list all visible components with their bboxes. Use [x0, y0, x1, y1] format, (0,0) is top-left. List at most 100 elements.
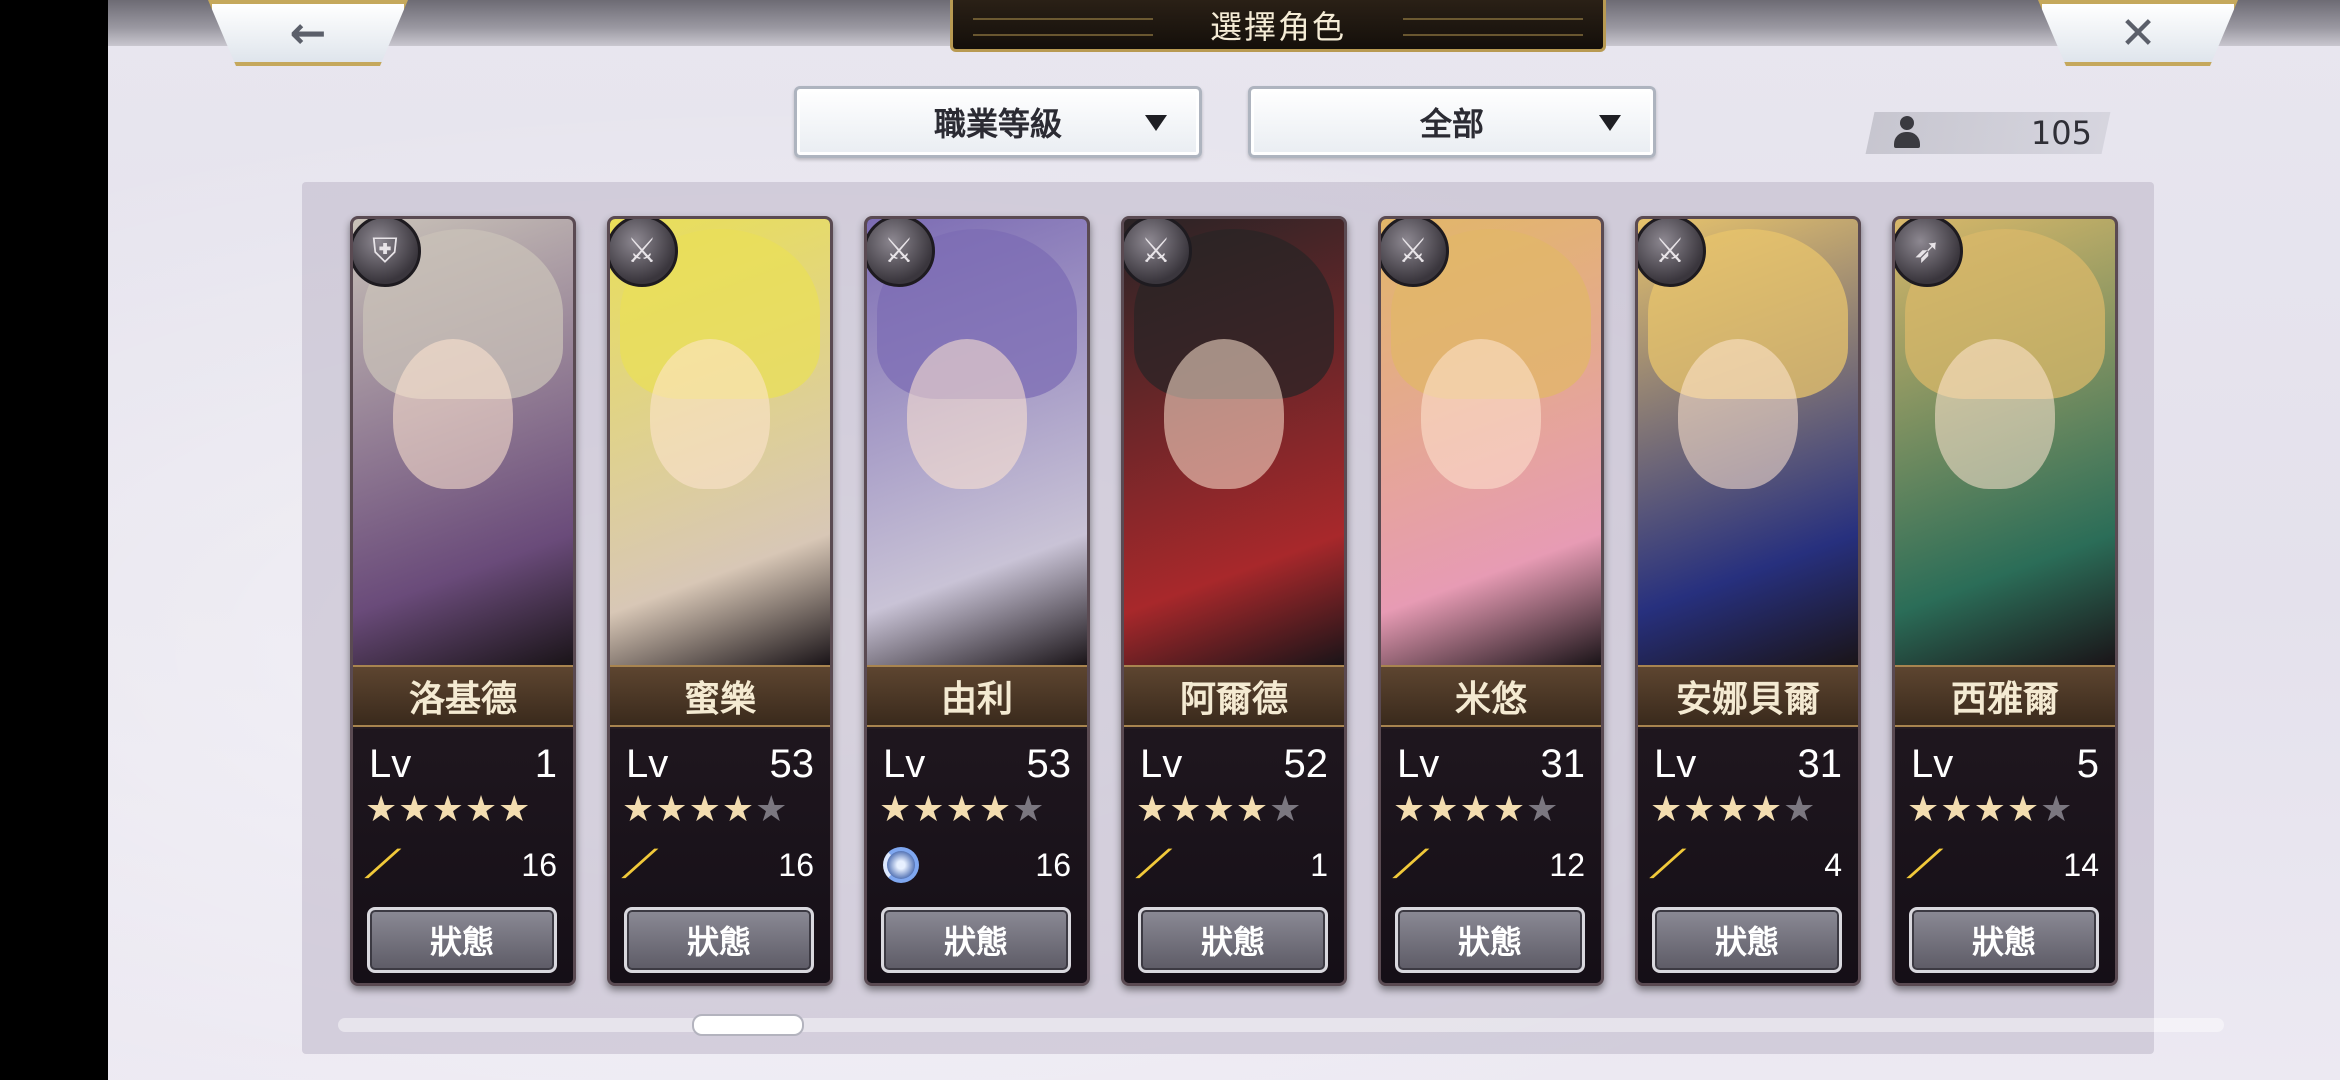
- portrait-face: [1164, 339, 1284, 489]
- wing-icon: ⟋: [363, 843, 402, 886]
- awaken-value: 12: [1549, 846, 1585, 883]
- star-empty-icon: ★: [1012, 789, 1046, 830]
- close-button[interactable]: ✕: [2038, 0, 2238, 66]
- back-button[interactable]: ←: [208, 0, 408, 66]
- horizontal-scrollbar[interactable]: [338, 1018, 2224, 1032]
- level-value: 31: [1797, 741, 1843, 786]
- level-label: Lv: [1654, 741, 1697, 786]
- character-name: 米悠: [1381, 665, 1601, 727]
- star-filled-icon: ★: [464, 789, 499, 830]
- star-filled-icon: ★: [431, 789, 465, 830]
- character-card[interactable]: ⚔ 蜜樂 Lv 53 ★★★★★ ⟋ 16 狀態: [607, 216, 833, 986]
- character-stats: Lv 52 ★★★★★ ⟋ 1 狀態: [1124, 729, 1344, 983]
- character-stats: Lv 5 ★★★★★ ⟋ 14 狀態: [1895, 729, 2115, 983]
- star-filled-icon: ★: [721, 789, 756, 830]
- character-name-text: 由利: [940, 678, 1013, 720]
- star-filled-icon: ★: [688, 789, 722, 830]
- awaken-value: 16: [521, 846, 557, 883]
- portrait-face: [1935, 339, 2055, 489]
- portrait-face: [1678, 339, 1798, 489]
- level-row: Lv 5: [1911, 739, 2099, 789]
- awaken-value: 1: [1310, 846, 1328, 883]
- level-row: Lv 52: [1140, 739, 1328, 789]
- awaken-value: 14: [2063, 846, 2099, 883]
- sword-icon: ⚔: [610, 219, 678, 287]
- character-card[interactable]: ⚔ 由利 Lv 53 ★★★★★ 16 狀態: [864, 216, 1090, 986]
- star-filled-icon: ★: [1202, 789, 1236, 830]
- star-filled-icon: ★: [622, 789, 656, 830]
- character-card[interactable]: ⛨ 洛基德 Lv 1 ★★★★★ ⟋ 16 狀態: [350, 216, 576, 986]
- star-filled-icon: ★: [1683, 789, 1717, 830]
- close-icon: ✕: [2119, 7, 2157, 59]
- character-card[interactable]: ⚔ 安娜貝爾 Lv 31 ★★★★★ ⟋ 4 狀態: [1635, 216, 1861, 986]
- awaken-value: 16: [1035, 846, 1071, 883]
- level-value: 53: [769, 741, 815, 786]
- roster-count-value: 105: [2030, 114, 2092, 152]
- star-filled-icon: ★: [1136, 789, 1170, 830]
- sword-icon: ⚔: [1638, 219, 1706, 287]
- star-filled-icon: ★: [1716, 789, 1750, 830]
- level-value: 52: [1283, 741, 1329, 786]
- level-row: Lv 1: [369, 739, 557, 789]
- star-filled-icon: ★: [1940, 789, 1974, 830]
- status-button[interactable]: 狀態: [1652, 907, 1842, 973]
- star-filled-icon: ★: [1973, 789, 2007, 830]
- star-filled-icon: ★: [1650, 789, 1684, 830]
- status-button[interactable]: 狀態: [367, 907, 557, 973]
- wing-icon: ⟋: [1134, 843, 1173, 886]
- character-name-text: 安娜貝爾: [1675, 678, 1820, 720]
- page-title-text: 選擇角色: [1209, 7, 1346, 46]
- chevron-down-icon: [1145, 115, 1167, 131]
- rarity-stars: ★★★★★: [1136, 789, 1302, 830]
- character-card[interactable]: ⚔ 米悠 Lv 31 ★★★★★ ⟋ 12 狀態: [1378, 216, 1604, 986]
- level-value: 31: [1540, 741, 1586, 786]
- star-empty-icon: ★: [755, 789, 789, 830]
- character-card[interactable]: ⚔ 阿爾德 Lv 52 ★★★★★ ⟋ 1 狀態: [1121, 216, 1347, 986]
- level-label: Lv: [369, 741, 412, 786]
- person-icon: [1892, 116, 1922, 150]
- character-name: 洛基德: [353, 665, 573, 727]
- filter-dropdown[interactable]: 全部: [1248, 86, 1656, 158]
- character-name: 由利: [867, 665, 1087, 727]
- katana-icon: ⚔: [867, 219, 935, 287]
- level-row: Lv 31: [1654, 739, 1842, 789]
- level-value: 53: [1026, 741, 1072, 786]
- status-button[interactable]: 狀態: [881, 907, 1071, 973]
- star-filled-icon: ★: [2006, 789, 2041, 830]
- character-name: 安娜貝爾: [1638, 665, 1858, 727]
- roster-count: 105: [1892, 110, 2092, 156]
- awaken-value: 4: [1824, 846, 1842, 883]
- level-label: Lv: [1140, 741, 1183, 786]
- star-filled-icon: ★: [1492, 789, 1527, 830]
- awaken-row: ⟋ 16: [364, 843, 557, 887]
- character-name-text: 阿爾德: [1179, 678, 1288, 720]
- portrait-face: [650, 339, 770, 489]
- awaken-row: 16: [883, 843, 1071, 887]
- wing-icon: ⟋: [1391, 843, 1430, 886]
- star-empty-icon: ★: [2040, 789, 2074, 830]
- star-filled-icon: ★: [912, 789, 946, 830]
- bow-icon: ➶: [1895, 219, 1963, 287]
- rarity-stars: ★★★★★: [622, 789, 788, 830]
- class-level-dropdown-value: 職業等級: [933, 105, 1062, 143]
- character-name-text: 西雅爾: [1950, 678, 2059, 720]
- status-button[interactable]: 狀態: [1395, 907, 1585, 973]
- orb-icon: [883, 847, 919, 883]
- status-button[interactable]: 狀態: [624, 907, 814, 973]
- scrollbar-thumb[interactable]: [692, 1014, 804, 1036]
- status-button[interactable]: 狀態: [1138, 907, 1328, 973]
- class-level-dropdown[interactable]: 職業等級: [794, 86, 1202, 158]
- awaken-row: ⟋ 14: [1906, 843, 2099, 887]
- status-button-label: 狀態: [1200, 923, 1265, 961]
- level-label: Lv: [1911, 741, 1954, 786]
- character-stats: Lv 53 ★★★★★ 16 狀態: [867, 729, 1087, 983]
- star-filled-icon: ★: [1426, 789, 1460, 830]
- sword-icon: ⚔: [1381, 219, 1449, 287]
- character-name: 西雅爾: [1895, 665, 2115, 727]
- level-row: Lv 31: [1397, 739, 1585, 789]
- awaken-row: ⟋ 1: [1135, 843, 1328, 887]
- status-button[interactable]: 狀態: [1909, 907, 2099, 973]
- character-card[interactable]: ➶ 西雅爾 Lv 5 ★★★★★ ⟋ 14 狀態: [1892, 216, 2118, 986]
- rarity-stars: ★★★★★: [365, 789, 531, 830]
- game-screen: ← 選擇角色 ✕ 職業等級 全部 105 ⛨ 洛基德 Lv 1 ★★★★★ ⟋ …: [108, 0, 2340, 1080]
